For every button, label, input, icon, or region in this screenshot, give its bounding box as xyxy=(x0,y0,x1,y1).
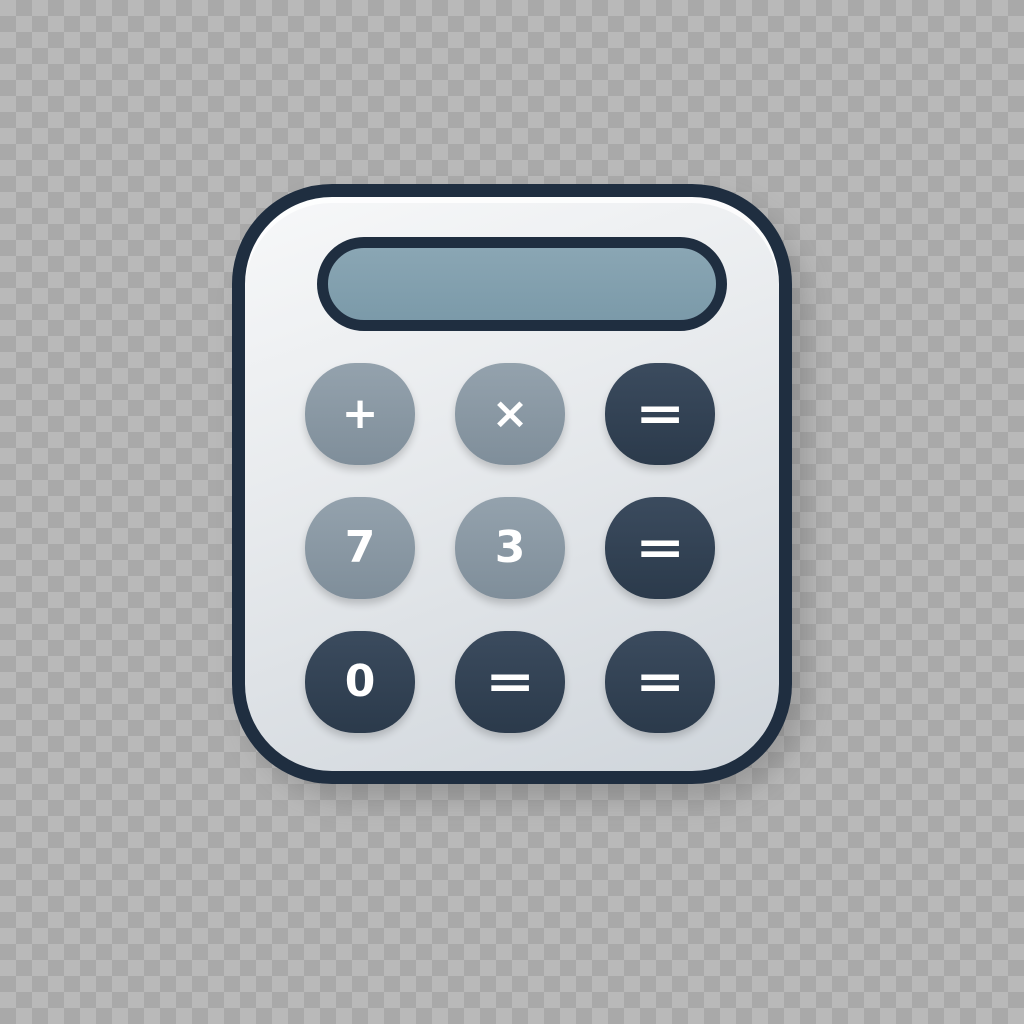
equals-icon: = xyxy=(634,520,686,576)
digit-0-label: 0 xyxy=(344,656,376,707)
equals-key: = xyxy=(455,631,565,733)
digit-7-key: 7 xyxy=(305,497,415,599)
equals-icon: = xyxy=(634,654,686,710)
calculator-display xyxy=(317,237,727,331)
equals-key: = xyxy=(605,631,715,733)
equals-key: = xyxy=(605,497,715,599)
digit-3-key: 3 xyxy=(455,497,565,599)
calculator-icon: + × = 7 3 = 0 = = xyxy=(232,184,792,784)
digit-7-label: 7 xyxy=(344,522,376,573)
equals-icon: = xyxy=(634,386,686,442)
plus-key: + xyxy=(305,363,415,465)
multiply-icon: × xyxy=(491,388,529,439)
digit-0-key: 0 xyxy=(305,631,415,733)
digit-3-label: 3 xyxy=(494,522,526,573)
equals-icon: = xyxy=(484,654,536,710)
equals-key: = xyxy=(605,363,715,465)
keypad: + × = 7 3 = 0 = = xyxy=(305,363,725,745)
multiply-key: × xyxy=(455,363,565,465)
plus-icon: + xyxy=(341,388,379,439)
